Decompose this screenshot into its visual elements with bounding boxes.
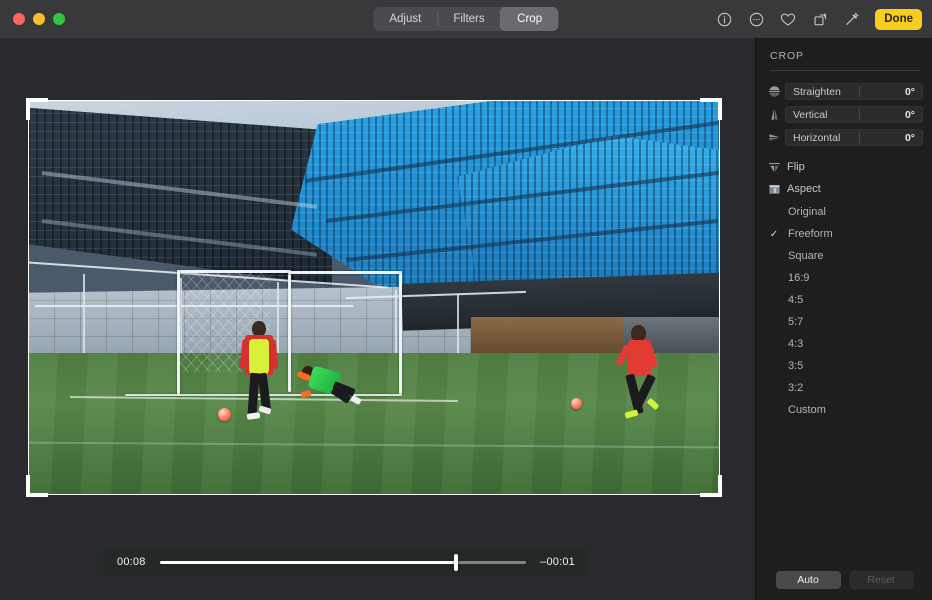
panel-title: CROP	[756, 38, 932, 62]
aspect-option-original[interactable]: Original	[765, 201, 923, 223]
auto-enhance-icon[interactable]	[841, 8, 863, 30]
horizontal-slider[interactable]: Horizontal 0°	[785, 129, 923, 146]
pitch	[28, 353, 720, 495]
straighten-label: Straighten	[786, 86, 905, 98]
flip-label: Flip	[787, 161, 805, 173]
aspect-option-label: Custom	[788, 404, 826, 416]
rotate-icon[interactable]	[809, 8, 831, 30]
aspect-option-5-7[interactable]: 5:7	[765, 311, 923, 333]
slider-divider	[859, 132, 860, 143]
goal-post-right	[288, 274, 291, 393]
aspect-option-label: 4:3	[788, 338, 803, 350]
photo-canvas[interactable]: 00:08 –00:01	[0, 38, 755, 600]
vertical-slider[interactable]: Vertical 0°	[785, 106, 923, 123]
aspect-option-label: 3:5	[788, 360, 803, 372]
slider-divider	[859, 86, 860, 97]
straighten-slider[interactable]: Straighten 0°	[785, 83, 923, 100]
crop-sidebar: CROP Straighten 0°	[755, 38, 932, 600]
slider-row-straighten[interactable]: Straighten 0°	[765, 81, 923, 102]
straighten-value: 0°	[905, 86, 922, 98]
goal-post-far	[399, 271, 402, 393]
aspect-label: Aspect	[787, 183, 821, 195]
tab-adjust[interactable]: Adjust	[373, 7, 437, 31]
scrubber-track[interactable]	[160, 548, 527, 576]
aspect-option-label: 16:9	[788, 272, 809, 284]
aspect-option-label: Square	[788, 250, 823, 262]
aspect-menu-item[interactable]: Aspect	[765, 178, 923, 200]
horizontal-label: Horizontal	[786, 132, 905, 144]
aspect-icon	[765, 180, 783, 198]
window-controls	[13, 13, 65, 25]
adjustment-sliders: Straighten 0° Vertical 0°	[756, 81, 932, 148]
aspect-option-custom[interactable]: Custom	[765, 399, 923, 421]
tab-adjust-label: Adjust	[389, 13, 421, 25]
aspect-option-3-5[interactable]: 3:5	[765, 355, 923, 377]
player-field-outfield	[239, 321, 279, 431]
scrubber-track-fill	[160, 561, 457, 564]
zoom-window-button[interactable]	[53, 13, 65, 25]
aspect-option-label: Original	[788, 206, 826, 218]
slider-row-vertical[interactable]: Vertical 0°	[765, 104, 923, 125]
aspect-option-3-2[interactable]: 3:2	[765, 377, 923, 399]
minimize-window-button[interactable]	[33, 13, 45, 25]
tab-crop[interactable]: Crop	[501, 7, 559, 31]
crop-frame[interactable]	[28, 100, 720, 495]
toolbar-actions: Done	[713, 0, 922, 38]
goal-post-left	[177, 270, 180, 396]
remaining-time-label: –00:01	[540, 556, 575, 568]
flip-menu-item[interactable]: Flip	[765, 156, 923, 178]
aspect-option-4-5[interactable]: 4:5	[765, 289, 923, 311]
elapsed-time-label: 00:08	[117, 556, 146, 568]
playback-scrubber[interactable]: 00:08 –00:01	[103, 548, 589, 576]
aspect-option-4-3[interactable]: 4:3	[765, 333, 923, 355]
scrubber-playhead[interactable]	[454, 554, 458, 571]
vertical-label: Vertical	[786, 109, 905, 121]
aspect-options-list: Original ✓ Freeform Square 16:9 4:5 5:7	[756, 201, 932, 421]
slider-row-horizontal[interactable]: Horizontal 0°	[765, 127, 923, 148]
goal-crossbar-far	[288, 271, 400, 274]
check-mark: ✓	[767, 229, 781, 240]
straighten-icon	[765, 83, 783, 101]
editor-mode-tabs: Adjust Filters Crop	[373, 7, 558, 31]
aspect-option-square[interactable]: Square	[765, 245, 923, 267]
aspect-option-label: 3:2	[788, 382, 803, 394]
tab-filters[interactable]: Filters	[437, 7, 500, 31]
titlebar: Adjust Filters Crop	[0, 0, 932, 38]
sidebar-footer: Auto Reset	[756, 571, 932, 589]
aspect-option-label: 5:7	[788, 316, 803, 328]
panel-divider	[770, 70, 920, 71]
railing-post	[457, 294, 459, 353]
tab-filters-label: Filters	[453, 13, 484, 25]
railing-post	[395, 290, 397, 353]
tab-crop-label: Crop	[517, 13, 542, 25]
player-field-right	[623, 325, 657, 433]
aspect-option-freeform[interactable]: ✓ Freeform	[765, 223, 923, 245]
player-goalkeeper	[298, 361, 360, 417]
goal-crossbar	[177, 270, 291, 273]
aspect-option-16-9[interactable]: 16:9	[765, 267, 923, 289]
aspect-option-label: Freeform	[788, 228, 833, 240]
vertical-perspective-icon	[765, 106, 783, 124]
heart-icon[interactable]	[777, 8, 799, 30]
railing-post	[83, 274, 85, 353]
info-icon[interactable]	[713, 8, 735, 30]
photo-editor-window: Adjust Filters Crop	[0, 0, 932, 600]
done-button[interactable]: Done	[875, 9, 922, 30]
horizontal-perspective-icon	[765, 129, 783, 147]
horizontal-value: 0°	[905, 132, 922, 144]
reset-button[interactable]: Reset	[849, 571, 914, 589]
photo-image	[28, 100, 720, 495]
auto-button[interactable]: Auto	[776, 571, 841, 589]
flip-icon	[765, 158, 783, 176]
aspect-option-label: 4:5	[788, 294, 803, 306]
vertical-value: 0°	[905, 109, 922, 121]
slider-divider	[859, 109, 860, 120]
more-options-icon[interactable]	[745, 8, 767, 30]
close-window-button[interactable]	[13, 13, 25, 25]
